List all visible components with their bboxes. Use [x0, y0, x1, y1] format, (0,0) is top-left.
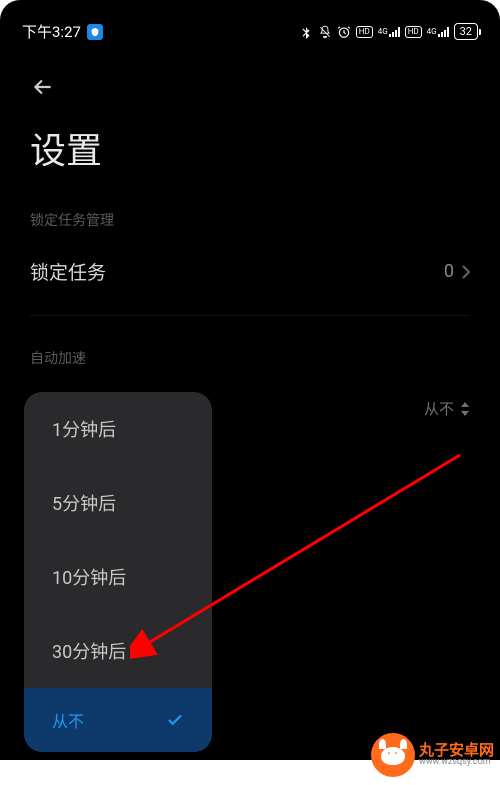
signal-1: 4G: [378, 27, 400, 37]
back-button[interactable]: [0, 56, 500, 114]
popup-option-5min[interactable]: 5分钟后: [24, 466, 212, 540]
time-select-popup: 1分钟后 5分钟后 10分钟后 30分钟后 从不: [24, 392, 212, 752]
alarm-icon: [337, 25, 351, 39]
autospeed-trigger-label: 从不: [424, 398, 470, 419]
section-header-autospeed: 自动加速: [0, 340, 500, 382]
phone-screen: 下午3:27 HD 4G HD 4G 32: [0, 0, 500, 760]
bluetooth-icon: [299, 25, 313, 39]
sort-icon: [460, 402, 470, 416]
watermark-url: www.wzsqsy.com: [419, 758, 494, 768]
lock-task-value: 0: [444, 261, 470, 282]
hd-badge-2: HD: [405, 26, 422, 38]
battery-indicator: 32: [454, 23, 478, 40]
hd-badge-1: HD: [356, 26, 373, 38]
lock-task-row[interactable]: 锁定任务 0: [0, 244, 500, 315]
signal-2: 4G: [427, 27, 449, 37]
watermark: 丸子安卓网 www.wzsqsy.com: [371, 733, 494, 777]
check-icon: [166, 711, 184, 729]
status-left: 下午3:27: [22, 21, 103, 42]
popup-option-1min[interactable]: 1分钟后: [24, 392, 212, 466]
shield-icon: [87, 24, 103, 40]
status-time: 下午3:27: [22, 21, 81, 42]
dnd-icon: [318, 25, 332, 39]
page-title: 设置: [0, 114, 500, 202]
divider: [30, 315, 470, 316]
watermark-name: 丸子安卓网: [419, 742, 494, 759]
popup-option-10min[interactable]: 10分钟后: [24, 540, 212, 614]
watermark-logo-icon: [371, 733, 415, 777]
status-bar: 下午3:27 HD 4G HD 4G 32: [0, 0, 500, 56]
popup-option-never[interactable]: 从不: [24, 688, 212, 752]
popup-option-30min[interactable]: 30分钟后: [24, 614, 212, 688]
section-header-locktask: 锁定任务管理: [0, 202, 500, 244]
status-right: HD 4G HD 4G 32: [299, 23, 478, 40]
lock-task-label: 锁定任务: [30, 258, 106, 285]
chevron-right-icon: [462, 265, 470, 279]
arrow-left-icon: [30, 74, 56, 100]
